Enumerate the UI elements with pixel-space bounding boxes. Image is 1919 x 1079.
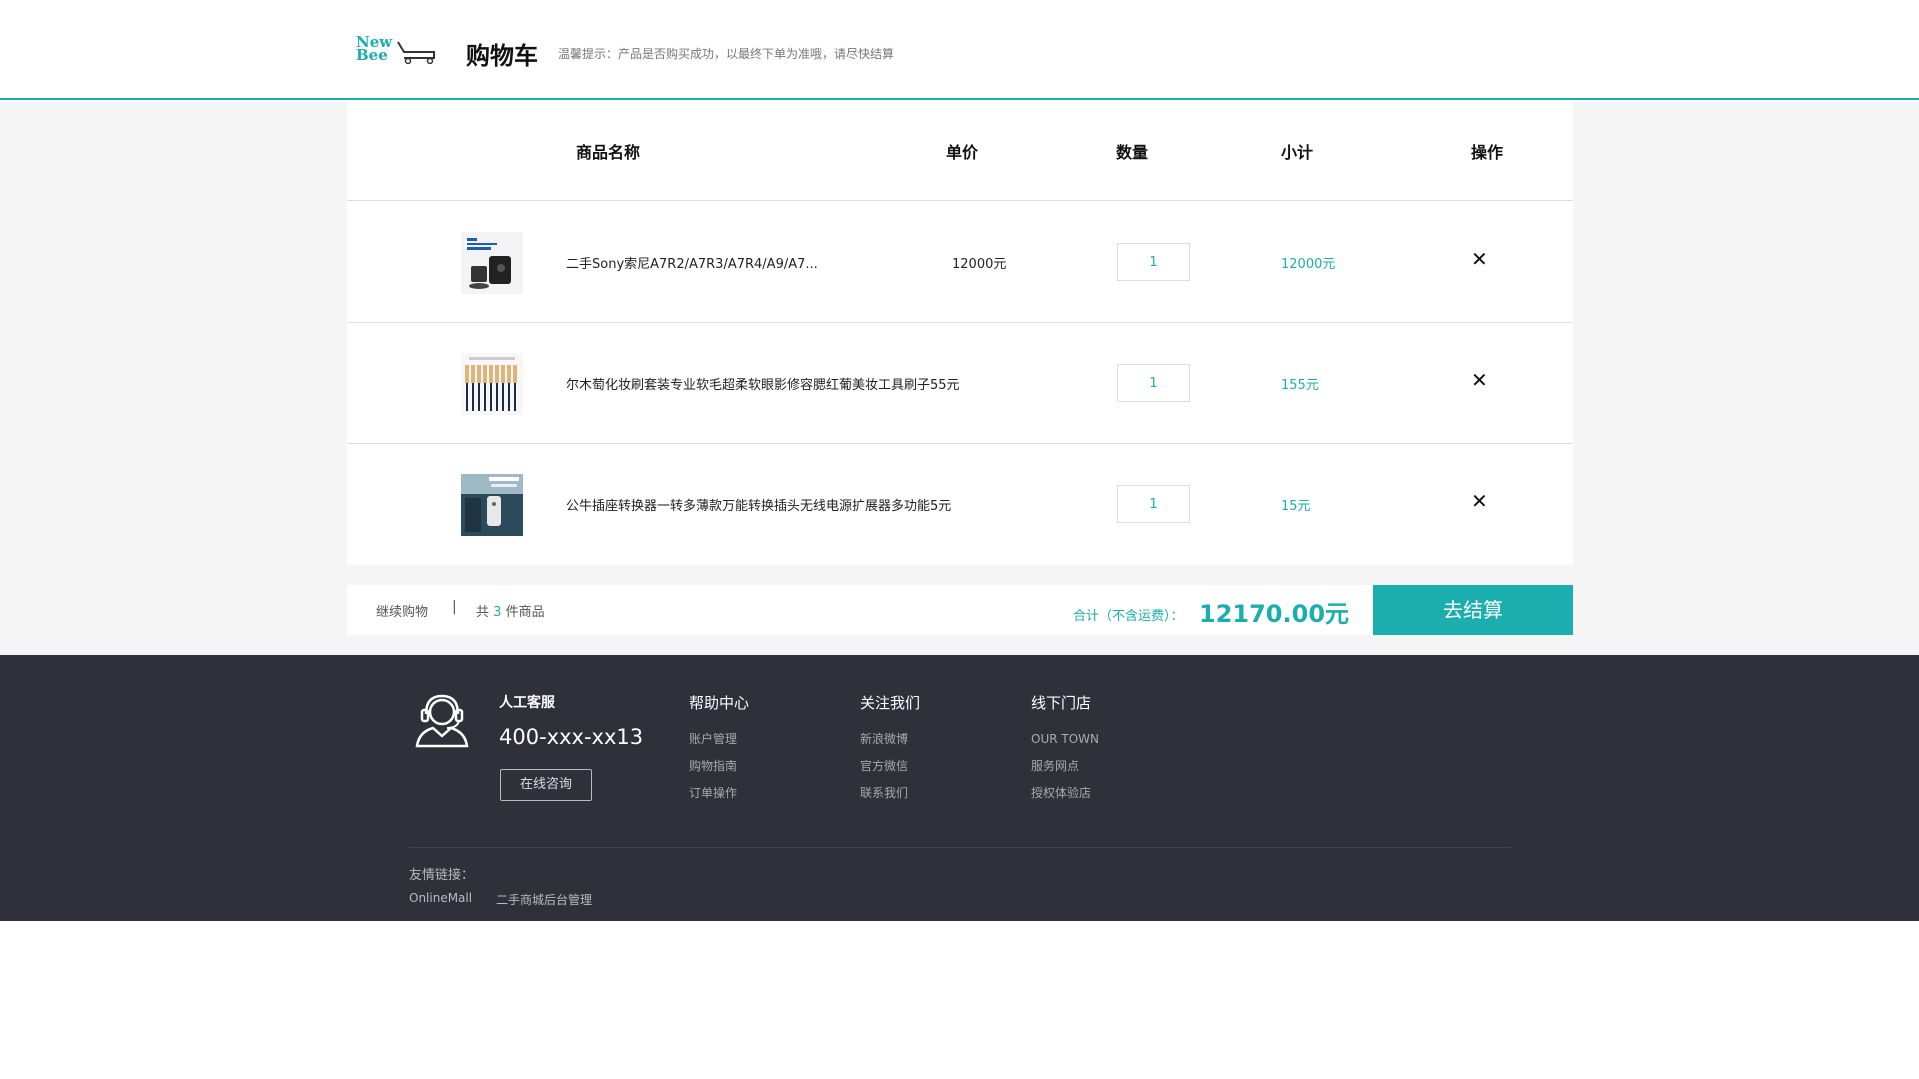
- friendly-link-onlinemall[interactable]: OnlineMall: [409, 891, 472, 905]
- column-header-subtotal: 小计: [1281, 143, 1314, 162]
- delete-item-icon[interactable]: ✕: [1471, 370, 1488, 390]
- product-subtotal: 155元: [1281, 378, 1319, 393]
- product-name[interactable]: 尔木萄化妆刷套装专业软毛超柔软眼影修容腮红葡美妆工具刷子55元: [566, 374, 960, 393]
- column-header-price: 单价: [946, 143, 979, 162]
- product-subtotal: 12000元: [1281, 257, 1336, 272]
- camera-image-icon: [461, 232, 523, 294]
- service-title: 人工客服: [499, 695, 555, 711]
- summary-separator: |: [452, 599, 457, 615]
- quantity-input[interactable]: [1117, 364, 1190, 402]
- product-price: 12000元: [952, 257, 1007, 272]
- footer-link[interactable]: 官方微信: [860, 759, 920, 786]
- product-thumbnail-camera[interactable]: [461, 232, 523, 294]
- item-count-prefix: 共: [476, 605, 490, 620]
- column-header-name: 商品名称: [576, 143, 641, 162]
- footer-column-help: 帮助中心 账户管理 购物指南 订单操作: [689, 692, 749, 813]
- cart-row: 二手Sony索尼A7R2/A7R3/A7R4/A9/A7... 12000元 1…: [347, 202, 1573, 323]
- product-name[interactable]: 二手Sony索尼A7R2/A7R3/A7R4/A9/A7...: [566, 253, 818, 272]
- cart-row: 尔木萄化妆刷套装专业软毛超柔软眼影修容腮红葡美妆工具刷子55元 155元 ✕: [347, 323, 1573, 444]
- newbee-logo[interactable]: New Bee: [356, 35, 438, 66]
- footer-link[interactable]: 新浪微博: [860, 732, 920, 759]
- column-header-quantity: 数量: [1116, 143, 1149, 162]
- item-count: 共 3 件商品: [476, 601, 545, 620]
- continue-shopping-link[interactable]: 继续购物: [376, 601, 428, 620]
- logo-text: New Bee: [356, 35, 392, 64]
- item-count-suffix: 件商品: [505, 605, 545, 620]
- footer-column-stores: 线下门店 OUR TOWN 服务网点 授权体验店: [1031, 692, 1099, 813]
- footer-column-follow: 关注我们 新浪微博 官方微信 联系我们: [860, 692, 920, 813]
- checkout-button[interactable]: 去结算: [1373, 585, 1573, 635]
- total-amount: 12170.00元: [1199, 600, 1350, 628]
- footer-column-title: 关注我们: [860, 694, 921, 712]
- cart-table-header: 商品名称 单价 数量 小计 操作: [347, 102, 1573, 201]
- footer-link[interactable]: 订单操作: [689, 786, 749, 813]
- logo-text-line2: Bee: [356, 46, 388, 64]
- cart-logo-icon: [397, 41, 435, 64]
- quantity-input[interactable]: [1117, 243, 1190, 281]
- product-subtotal: 15元: [1281, 499, 1311, 514]
- friendly-link-admin[interactable]: 二手商城后台管理: [496, 891, 592, 908]
- service-phone: 400-xxx-xx13: [499, 725, 644, 749]
- product-name[interactable]: 公牛插座转换器一转多薄款万能转换插头无线电源扩展器多功能5元: [566, 495, 951, 514]
- total-label: 合计（不含运费）：: [1073, 609, 1184, 624]
- item-count-number: 3: [493, 605, 502, 620]
- footer-link[interactable]: OUR TOWN: [1031, 732, 1099, 759]
- footer-link[interactable]: 联系我们: [860, 786, 920, 813]
- cart-row: 公牛插座转换器一转多薄款万能转换插头无线电源扩展器多功能5元 15元 ✕: [347, 444, 1573, 565]
- online-consult-button[interactable]: 在线咨询: [500, 769, 592, 801]
- site-footer: 人工客服 400-xxx-xx13 在线咨询 帮助中心 账户管理 购物指南 订单…: [0, 655, 1919, 921]
- delete-item-icon[interactable]: ✕: [1471, 491, 1488, 511]
- site-header: New Bee 购物车 温馨提示：产品是否购买成功，以最终下单为准哦，请尽快结算: [0, 0, 1919, 100]
- makeup-brushes-image-icon: [461, 353, 523, 415]
- power-socket-image-icon: [461, 474, 523, 536]
- cart-table: 商品名称 单价 数量 小计 操作 二手Sony索尼A7R2/A7R3/A7R4/…: [347, 102, 1573, 565]
- footer-column-title: 帮助中心: [689, 694, 750, 712]
- friendly-links-label: 友情链接：: [409, 868, 475, 883]
- product-thumbnail-brushes[interactable]: [461, 353, 523, 415]
- footer-link[interactable]: 服务网点: [1031, 759, 1099, 786]
- quantity-input[interactable]: [1117, 485, 1190, 523]
- cart-summary-bar: 继续购物 | 共 3 件商品 合计（不含运费）： 12170.00元 去结算: [347, 585, 1573, 635]
- customer-service-headset-icon: [415, 694, 469, 748]
- footer-link[interactable]: 购物指南: [689, 759, 749, 786]
- product-thumbnail-socket[interactable]: [461, 474, 523, 536]
- page-title: 购物车: [466, 42, 538, 70]
- warm-tip: 温馨提示：产品是否购买成功，以最终下单为准哦，请尽快结算: [558, 47, 895, 61]
- footer-link[interactable]: 授权体验店: [1031, 786, 1099, 813]
- column-header-action: 操作: [1471, 143, 1504, 162]
- footer-column-title: 线下门店: [1031, 694, 1092, 712]
- footer-link[interactable]: 账户管理: [689, 732, 749, 759]
- footer-divider: [409, 847, 1511, 848]
- delete-item-icon[interactable]: ✕: [1471, 249, 1488, 269]
